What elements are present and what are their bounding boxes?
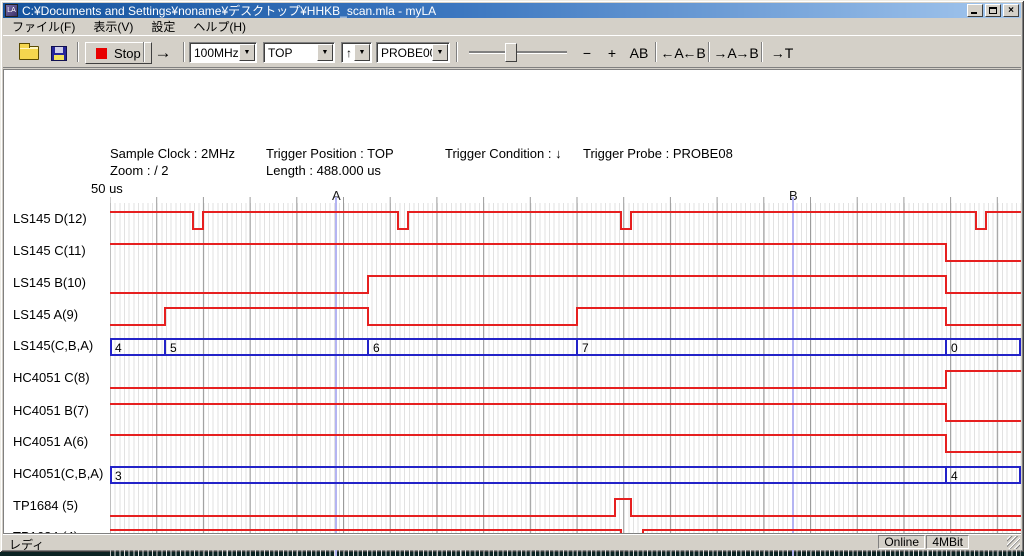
- zoom-out-button[interactable]: −: [575, 42, 599, 64]
- minimize-button[interactable]: [967, 4, 983, 17]
- bus-box: [111, 339, 1020, 355]
- maximize-icon: [989, 7, 997, 14]
- toolbar-separator: [143, 42, 145, 62]
- bus-box: [111, 467, 1020, 483]
- stop-square-icon: [96, 48, 107, 59]
- waveform-trace: [110, 371, 1021, 388]
- stop-button-label: Stop: [114, 46, 141, 61]
- title-bar[interactable]: LA C:¥Documents and Settings¥noname¥デスクト…: [3, 3, 1021, 18]
- trigger-edge-combo-value: ↑: [342, 46, 354, 60]
- ab-range-button[interactable]: AB: [625, 42, 653, 64]
- trigger-probe-combo[interactable]: PROBE00 ▼: [376, 42, 450, 63]
- chevron-down-icon[interactable]: ▼: [317, 44, 333, 61]
- signal-label: HC4051 A(6): [13, 433, 88, 451]
- sample-clock-combo[interactable]: 100MHz ▼: [189, 42, 257, 63]
- signal-label: LS145 D(12): [13, 210, 87, 228]
- bus-value: 6: [373, 341, 380, 355]
- signal-label: HC4051(C,B,A): [13, 465, 103, 483]
- trigger-position-info: Trigger Position : TOP: [266, 146, 394, 161]
- toolbar-separator: [655, 42, 657, 62]
- signal-label: HC4051 B(7): [13, 402, 89, 420]
- trigger-position-combo[interactable]: TOP ▼: [263, 42, 335, 63]
- trigger-condition-info: Trigger Condition : ↓: [445, 146, 562, 161]
- toolbar-separator: [708, 42, 710, 62]
- trigger-position-combo-value: TOP: [264, 46, 317, 60]
- menu-settings[interactable]: 設定: [142, 18, 184, 35]
- set-cursor-b-button[interactable]: ←B: [681, 42, 707, 64]
- close-button[interactable]: ×: [1003, 4, 1019, 17]
- chevron-down-icon[interactable]: ▼: [239, 44, 255, 61]
- length-info: Length : 488.000 us: [266, 163, 381, 178]
- chevron-down-icon[interactable]: ▼: [432, 44, 448, 61]
- trigger-edge-combo[interactable]: ↑ ▼: [341, 42, 372, 63]
- bus-value: 0: [951, 341, 958, 355]
- signal-label: TP1684 (5): [13, 497, 78, 515]
- app-icon: LA: [5, 4, 18, 17]
- toolbar-separator: [77, 42, 79, 62]
- stop-button[interactable]: Stop: [85, 42, 152, 64]
- menu-file[interactable]: ファイル(F): [3, 18, 84, 35]
- zoom-slider-thumb[interactable]: [505, 43, 517, 62]
- menu-view[interactable]: 表示(V): [84, 18, 142, 35]
- bus-value: 4: [951, 469, 958, 483]
- open-folder-icon: [19, 46, 39, 60]
- toolbar-separator: [456, 42, 458, 62]
- waveform-trace: [110, 276, 1021, 293]
- waveform-trace: [110, 212, 1021, 229]
- bus-value: 7: [582, 341, 589, 355]
- waveform-traces: 4 5 6 7 0 3 4: [110, 197, 1021, 556]
- waveform-trace: [110, 244, 1021, 261]
- bus-value: 5: [170, 341, 177, 355]
- zoom-in-button[interactable]: +: [601, 42, 623, 64]
- menu-bar: ファイル(F) 表示(V) 設定 ヘルプ(H): [3, 19, 1021, 34]
- signal-label: HC4051 C(8): [13, 369, 90, 387]
- menu-help[interactable]: ヘルプ(H): [184, 18, 255, 35]
- status-online-badge: Online: [878, 535, 925, 549]
- close-icon: ×: [1008, 5, 1014, 16]
- chevron-down-icon[interactable]: ▼: [354, 44, 370, 61]
- save-floppy-icon: [51, 46, 67, 61]
- resize-grip[interactable]: [1007, 536, 1020, 549]
- bus-value: 3: [115, 469, 122, 483]
- waveform-grid[interactable]: 4 5 6 7 0 3 4: [110, 197, 1021, 556]
- open-file-button[interactable]: [15, 42, 43, 64]
- status-ready-text: レディ: [9, 536, 44, 553]
- signal-label: LS145 C(11): [13, 242, 86, 260]
- sample-clock-info: Sample Clock : 2MHz: [110, 146, 235, 161]
- status-memory-badge: 4MBit: [926, 535, 969, 549]
- trigger-probe-info: Trigger Probe : PROBE08: [583, 146, 733, 161]
- zoom-info: Zoom : / 2: [110, 163, 169, 178]
- trigger-probe-combo-value: PROBE00: [377, 46, 432, 60]
- save-file-button[interactable]: [45, 42, 73, 64]
- sample-clock-combo-value: 100MHz: [190, 46, 239, 60]
- ruler-time-label: 50 us: [91, 181, 123, 196]
- screen: LA C:¥Documents and Settings¥noname¥デスクト…: [0, 0, 1024, 556]
- waveform-panel: Sample Clock : 2MHz Trigger Position : T…: [3, 69, 1021, 533]
- toolbar: Stop → 100MHz ▼ TOP ▼ ↑ ▼ PROBE00 ▼ − + …: [3, 35, 1021, 68]
- waveform-trace: [110, 435, 1021, 452]
- application-window: LA C:¥Documents and Settings¥noname¥デスクト…: [0, 0, 1024, 552]
- goto-cursor-b-button[interactable]: →B: [734, 42, 760, 64]
- bus-value: 4: [115, 341, 122, 355]
- minimize-icon: [971, 12, 977, 14]
- waveform-trace: [110, 499, 1021, 516]
- maximize-button[interactable]: [985, 4, 1001, 17]
- toolbar-separator: [183, 42, 185, 62]
- window-title: C:¥Documents and Settings¥noname¥デスクトップ¥…: [22, 3, 436, 18]
- zoom-slider-track[interactable]: [469, 51, 567, 53]
- waveform-trace: [110, 404, 1021, 421]
- run-arrow-button[interactable]: →: [149, 42, 177, 64]
- toolbar-separator: [761, 42, 763, 62]
- waveform-trace: [110, 308, 1021, 325]
- signal-label: LS145 B(10): [13, 274, 86, 292]
- status-bar: レディ Online 4MBit: [3, 533, 1021, 550]
- goto-trigger-button[interactable]: →T: [769, 42, 795, 64]
- signal-label: LS145 A(9): [13, 306, 78, 324]
- signal-label: LS145(C,B,A): [13, 337, 93, 355]
